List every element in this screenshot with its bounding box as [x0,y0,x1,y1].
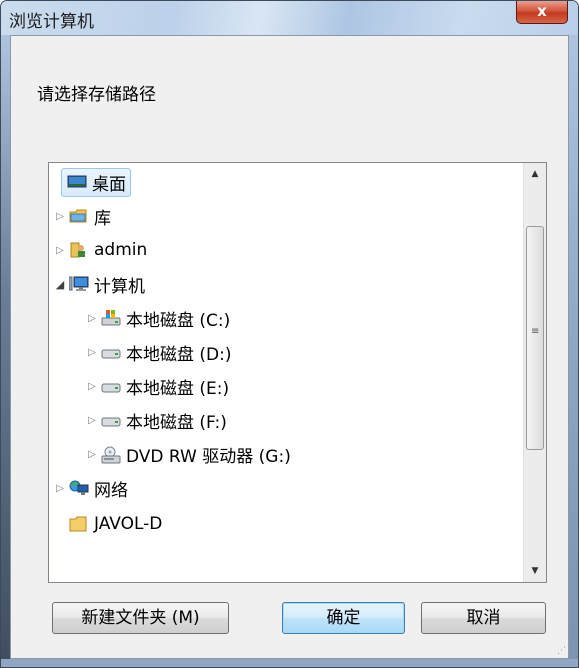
expand-arrow-icon[interactable]: ▷ [53,211,67,222]
folder-icon [69,516,87,532]
tree-item-drive-e[interactable]: ▷ 本地磁盘 (E:) [85,369,229,403]
window-frame-bottom [1,659,578,667]
tree-item-dvd-g[interactable]: ▷ DVD RW 驱动器 (G:) [85,437,291,471]
tree-item-label: 计算机 [94,276,145,297]
tree-item-javol-d[interactable]: JAVOL-D [69,507,162,541]
tree-item-computer[interactable]: ◢ 计算机 [53,267,145,301]
collapse-arrow-icon[interactable]: ◢ [53,278,67,291]
tree-item-drive-d[interactable]: ▷ 本地磁盘 (D:) [85,335,232,369]
folder-tree[interactable]: 桌面 ▷ 库 ▷ admin ◢ 计算机 ▷ 本地磁盘 (C:) ▷ 本地磁盘 … [48,162,547,583]
title-bar[interactable]: 浏览计算机 x [1,1,578,35]
tree-item-label: 本地磁盘 (E:) [126,378,230,399]
tree-item-libraries[interactable]: ▷ 库 [53,199,111,233]
window-frame-left [1,35,10,667]
desktop-icon [67,174,87,190]
scroll-down-icon[interactable]: ▼ [524,560,546,582]
network-icon [69,480,89,496]
scrollbar-thumb[interactable]: ≡ [526,226,544,450]
tree-item-network[interactable]: ▷ 网络 [53,471,128,505]
drive-icon [101,412,121,428]
expand-arrow-icon[interactable]: ▷ [85,347,99,358]
window-title: 浏览计算机 [9,12,94,32]
cancel-button[interactable]: 取消 [421,602,546,634]
tree-item-label: 库 [94,208,111,229]
scroll-up-icon[interactable]: ▲ [524,163,546,185]
tree-item-label: JAVOL-D [94,514,163,534]
system-drive-icon [101,310,121,326]
tree-item-label: 网络 [94,480,128,501]
tree-item-label: 桌面 [92,174,126,195]
tree-item-drive-f[interactable]: ▷ 本地磁盘 (F:) [85,403,227,437]
expand-arrow-icon[interactable]: ▷ [85,381,99,392]
tree-item-desktop[interactable]: 桌面 [61,165,131,199]
tree-item-label: 本地磁盘 (D:) [126,344,232,365]
browse-dialog: 浏览计算机 x 请选择存储路径 桌面 ▷ 库 ▷ admin ◢ 计算机 ▷ 本… [0,0,579,668]
user-folder-icon [69,242,87,258]
expand-arrow-icon[interactable]: ▷ [85,415,99,426]
tree-item-admin[interactable]: ▷ admin [53,233,147,267]
new-folder-button[interactable]: 新建文件夹 (M) [52,602,229,634]
dvd-drive-icon [101,446,121,464]
library-icon [69,208,87,224]
expand-arrow-icon[interactable]: ▷ [53,483,67,494]
window-frame-right [569,35,578,667]
drive-icon [101,378,121,394]
tree-item-label: admin [94,240,148,260]
computer-icon [68,276,89,292]
resize-grip-icon[interactable]: ⋰ [557,646,566,656]
dialog-body: 请选择存储路径 桌面 ▷ 库 ▷ admin ◢ 计算机 ▷ 本地磁盘 (C:)… [10,35,569,659]
expand-arrow-icon[interactable]: ▷ [85,449,99,460]
prompt-label: 请选择存储路径 [37,85,156,105]
close-button[interactable]: x [516,1,568,24]
expand-arrow-icon[interactable]: ▷ [53,245,67,256]
ok-button[interactable]: 确定 [282,602,405,634]
tree-scrollbar[interactable]: ▲ ≡ ▼ [523,163,546,582]
grip-icon: ≡ [531,326,540,337]
tree-item-label: DVD RW 驱动器 (G:) [126,446,291,467]
drive-icon [101,344,121,360]
tree-item-label: 本地磁盘 (F:) [126,412,227,433]
tree-item-label: 本地磁盘 (C:) [126,310,231,331]
expand-arrow-icon[interactable]: ▷ [85,313,99,324]
tree-item-drive-c[interactable]: ▷ 本地磁盘 (C:) [85,301,230,335]
